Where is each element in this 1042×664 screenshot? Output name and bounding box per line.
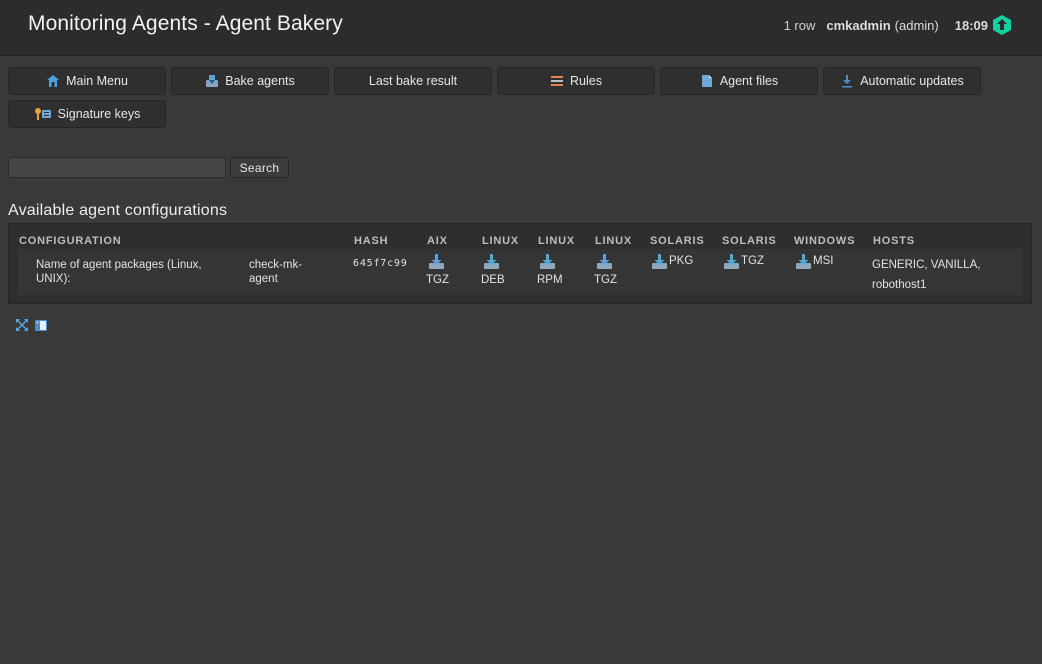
main-menu-button[interactable]: Main Menu [8, 67, 166, 95]
config-value: check-mk- agent [249, 258, 302, 286]
download-package-icon[interactable] [539, 253, 556, 270]
download-label[interactable]: TGZ [594, 274, 617, 286]
config-value-line: check-mk- [249, 259, 303, 271]
top-right-info: 1 row cmkadmin (admin) 18:09 [784, 15, 1012, 35]
config-value-line: agent [249, 273, 278, 285]
section-title: Available agent configurations [8, 202, 228, 219]
search-input[interactable] [8, 157, 226, 178]
last-bake-result-button[interactable]: Last bake result [334, 67, 492, 95]
column-header: LINUX [595, 235, 632, 247]
download-label[interactable]: RPM [537, 274, 563, 286]
column-header: WINDOWS [794, 235, 856, 247]
agent-files-label: Agent files [719, 74, 779, 88]
download-package-icon[interactable] [483, 253, 500, 270]
search-button[interactable]: Search [230, 157, 289, 178]
signature-keys-button[interactable]: Signature keys [8, 100, 166, 128]
column-header: LINUX [538, 235, 575, 247]
automatic-updates-button[interactable]: Automatic updates [823, 67, 981, 95]
rules-icon [550, 74, 564, 88]
top-bar: Monitoring Agents - Agent Bakery 1 row c… [0, 0, 1042, 56]
agent-config-table: CONFIGURATION HASH AIX LINUX LINUX LINUX… [8, 223, 1032, 304]
config-name: Name of agent packages (Linux, UNIX): [36, 258, 202, 286]
main-menu-label: Main Menu [66, 74, 128, 88]
bake-agents-label: Bake agents [225, 74, 295, 88]
user-role: (admin) [894, 17, 939, 33]
expand-icon[interactable] [15, 318, 29, 332]
download-label[interactable]: DEB [481, 274, 505, 286]
file-icon [700, 74, 714, 88]
home-icon [46, 74, 60, 88]
download-package-icon[interactable] [723, 253, 740, 270]
signature-keys-label: Signature keys [57, 107, 141, 121]
download-icon [840, 74, 854, 88]
checkmk-logo-icon[interactable] [992, 15, 1012, 35]
column-header: SOLARIS [650, 235, 705, 247]
bake-agents-button[interactable]: Bake agents [171, 67, 329, 95]
download-label[interactable]: MSI [813, 255, 833, 267]
download-package-icon[interactable] [795, 253, 812, 270]
last-bake-result-label: Last bake result [368, 74, 458, 88]
column-header: CONFIGURATION [19, 235, 122, 247]
hosts-line: GENERIC, VANILLA, [872, 259, 981, 271]
automatic-updates-label: Automatic updates [860, 74, 964, 88]
reference-icon[interactable] [34, 318, 48, 332]
download-package-icon[interactable] [596, 253, 613, 270]
hosts-line: robothost1 [872, 279, 927, 291]
rules-button[interactable]: Rules [497, 67, 655, 95]
rules-label: Rules [570, 74, 602, 88]
download-package-icon[interactable] [651, 253, 668, 270]
download-label[interactable]: TGZ [426, 274, 449, 286]
hosts: GENERIC, VANILLA, robothost1 [872, 255, 980, 295]
column-header: HOSTS [873, 235, 915, 247]
config-name-line: UNIX): [36, 273, 71, 285]
column-header: HASH [354, 235, 389, 247]
download-label[interactable]: TGZ [741, 255, 764, 267]
username[interactable]: cmkadmin [826, 18, 890, 33]
config-name-line: Name of agent packages (Linux, [36, 259, 202, 271]
bake-icon [205, 74, 219, 88]
key-icon [34, 107, 52, 121]
page-title: Monitoring Agents - Agent Bakery [28, 12, 343, 35]
column-header: LINUX [482, 235, 519, 247]
column-header: AIX [427, 235, 448, 247]
column-header: SOLARIS [722, 235, 777, 247]
clock: 18:09 [954, 17, 988, 33]
table-row: Name of agent packages (Linux, UNIX): ch… [18, 249, 1023, 295]
agent-files-button[interactable]: Agent files [660, 67, 818, 95]
download-package-icon[interactable] [428, 253, 445, 270]
download-label[interactable]: PKG [669, 255, 693, 267]
hash-value: 645f7c99 [353, 258, 408, 269]
row-count: 1 row [783, 17, 816, 33]
